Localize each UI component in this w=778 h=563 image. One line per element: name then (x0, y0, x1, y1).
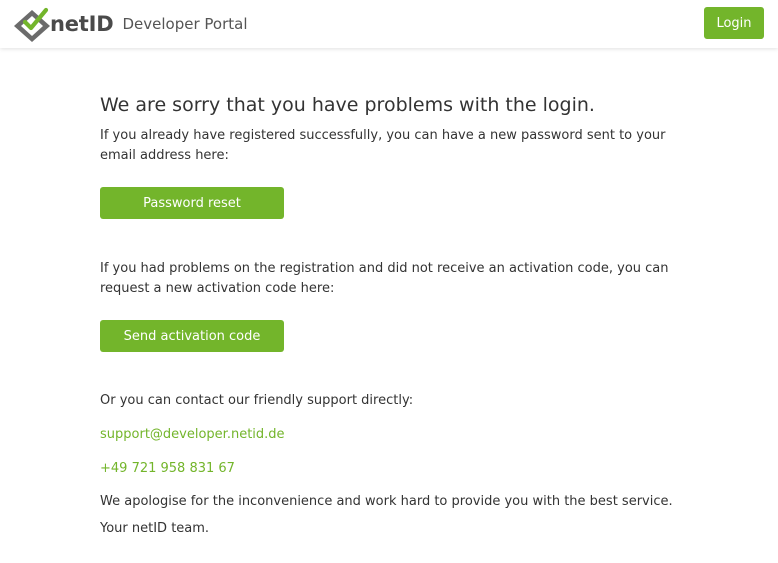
brand-name: netID (50, 12, 114, 36)
netid-checkmark-logo-icon (14, 7, 50, 42)
portal-subtitle: Developer Portal (122, 15, 248, 33)
logo-home-link[interactable]: netID Developer Portal (12, 4, 248, 44)
apology-text: We apologise for the inconvenience and w… (100, 494, 673, 509)
send-activation-code-button[interactable]: Send activation code (100, 320, 284, 352)
password-reset-intro: If you already have registered successfu… (100, 128, 666, 163)
support-intro: Or you can contact our friendly support … (100, 393, 414, 408)
signoff-text: Your netID team. (100, 521, 210, 536)
activation-intro: If you had problems on the registration … (100, 261, 669, 296)
top-navbar: netID Developer Portal Login (0, 0, 778, 48)
support-phone-link[interactable]: +49 721 958 831 67 (100, 459, 235, 479)
password-reset-button[interactable]: Password reset (100, 187, 284, 219)
page-title: We are sorry that you have problems with… (100, 94, 595, 116)
login-button[interactable]: Login (704, 7, 764, 39)
support-email-link[interactable]: support@developer.netid.de (100, 425, 285, 445)
